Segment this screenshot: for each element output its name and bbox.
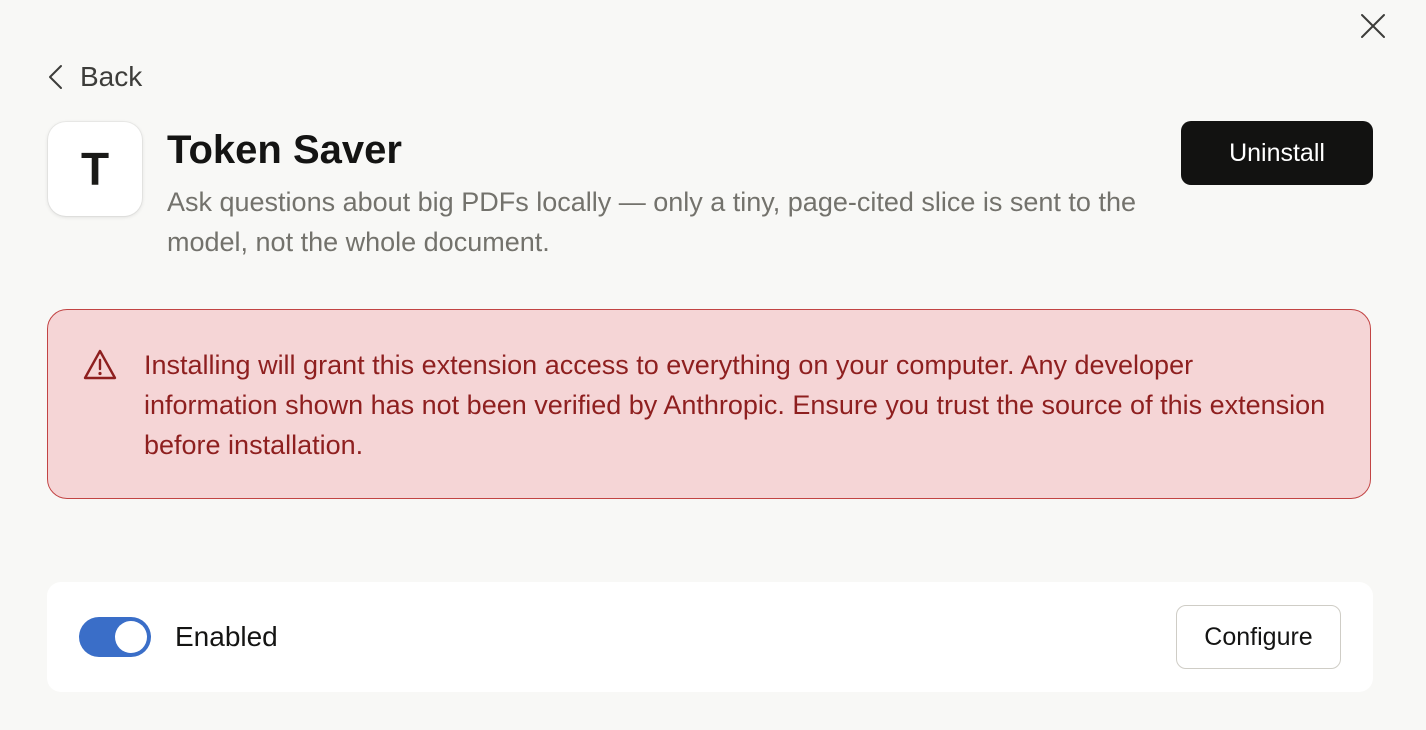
close-icon xyxy=(1361,14,1385,38)
warning-triangle-icon xyxy=(83,349,117,380)
enabled-toggle[interactable] xyxy=(79,617,151,657)
uninstall-button[interactable]: Uninstall xyxy=(1181,121,1373,185)
enabled-label: Enabled xyxy=(175,621,278,652)
settings-card: Enabled Configure xyxy=(47,582,1373,692)
warning-text: Installing will grant this extension acc… xyxy=(144,350,1326,460)
close-button[interactable] xyxy=(1356,9,1390,43)
warning-banner: Installing will grant this extension acc… xyxy=(47,309,1371,499)
chevron-left-icon xyxy=(49,65,62,89)
extension-description: Ask questions about big PDFs locally — o… xyxy=(167,187,1136,257)
back-label: Back xyxy=(80,61,143,92)
toggle-knob xyxy=(115,621,147,653)
extension-title: Token Saver xyxy=(167,128,402,172)
back-link[interactable]: Back xyxy=(46,58,142,96)
configure-button[interactable]: Configure xyxy=(1176,605,1341,669)
extension-icon: T xyxy=(48,122,142,216)
